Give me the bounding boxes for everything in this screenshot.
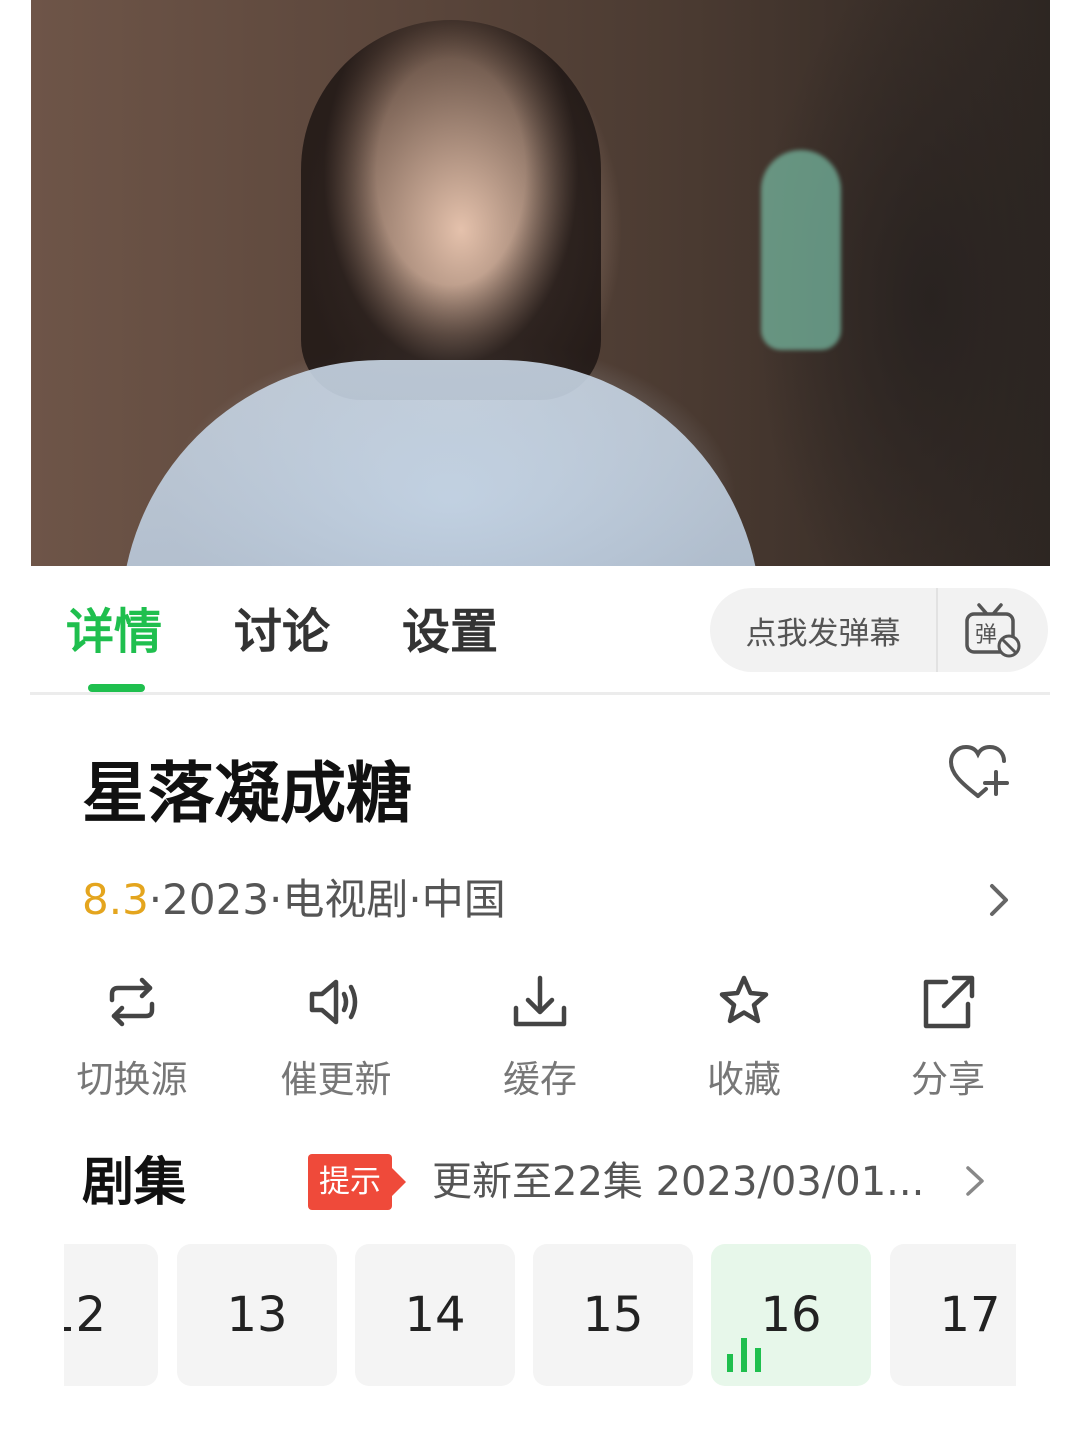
episodes-title: 剧集: [82, 1153, 187, 1213]
svg-text:弹: 弹: [975, 623, 997, 648]
action-label: 收藏: [707, 1058, 781, 1101]
star-icon: [719, 975, 769, 1024]
video-frame-figure: [301, 20, 601, 400]
heart-add-icon[interactable]: [946, 742, 1012, 804]
active-tab-indicator: [88, 684, 145, 692]
tab-divider: [30, 692, 1050, 695]
episode-list: 12 13 14 15 16 17: [64, 1244, 1016, 1388]
tab-discussion[interactable]: 讨论: [234, 600, 330, 670]
show-meta-text: ·2023·电视剧·中国: [148, 875, 506, 924]
share-button[interactable]: 分享: [846, 972, 1050, 1102]
action-row: 切换源 催更新 缓存 收藏 分享: [30, 972, 1050, 1112]
favorite-button[interactable]: 收藏: [642, 972, 846, 1102]
episode-item-16-playing[interactable]: 16: [711, 1244, 871, 1386]
episode-item-17[interactable]: 17: [890, 1244, 1016, 1386]
action-label: 催更新: [280, 1058, 392, 1101]
score: 8.3: [82, 875, 149, 924]
tab-settings[interactable]: 设置: [402, 600, 498, 670]
action-label: 缓存: [503, 1058, 577, 1101]
action-label: 分享: [911, 1058, 985, 1101]
video-frame-bottle: [761, 150, 841, 350]
show-title: 星落凝成糖: [82, 755, 412, 832]
episode-item-15[interactable]: 15: [533, 1244, 693, 1386]
urge-update-button[interactable]: 催更新: [234, 972, 438, 1102]
download-icon: [513, 975, 567, 1027]
danmaku-toggle-icon[interactable]: 弹: [938, 602, 1048, 658]
episode-item-13[interactable]: 13: [177, 1244, 337, 1386]
share-icon: [923, 975, 975, 1029]
show-meta[interactable]: 8.3·2023·电视剧·中国: [82, 872, 506, 928]
chevron-right-icon[interactable]: [984, 880, 1014, 920]
video-frame-robe: [121, 360, 761, 566]
episode-item-14[interactable]: 14: [355, 1244, 515, 1386]
tip-badge: 提示: [308, 1154, 406, 1210]
action-label: 切换源: [76, 1058, 188, 1101]
switch-source-button[interactable]: 切换源: [30, 972, 234, 1102]
danmaku-input[interactable]: 点我发弹幕: [710, 608, 936, 653]
chevron-right-icon[interactable]: [962, 1162, 988, 1200]
tab-details[interactable]: 详情: [66, 600, 162, 670]
episodes-update-text[interactable]: 更新至22集 2023/03/01...: [432, 1154, 924, 1210]
playing-bars-icon: [727, 1338, 761, 1372]
cache-button[interactable]: 缓存: [438, 972, 642, 1102]
tab-bar: 详情 讨论 设置: [66, 600, 570, 670]
switch-source-icon: [109, 977, 155, 1027]
video-player[interactable]: [31, 0, 1050, 566]
episode-item-12[interactable]: 12: [64, 1244, 158, 1386]
danmaku-bar: 点我发弹幕 弹: [710, 588, 1048, 672]
episode-number: 16: [760, 1287, 822, 1343]
speaker-icon: [309, 979, 358, 1025]
